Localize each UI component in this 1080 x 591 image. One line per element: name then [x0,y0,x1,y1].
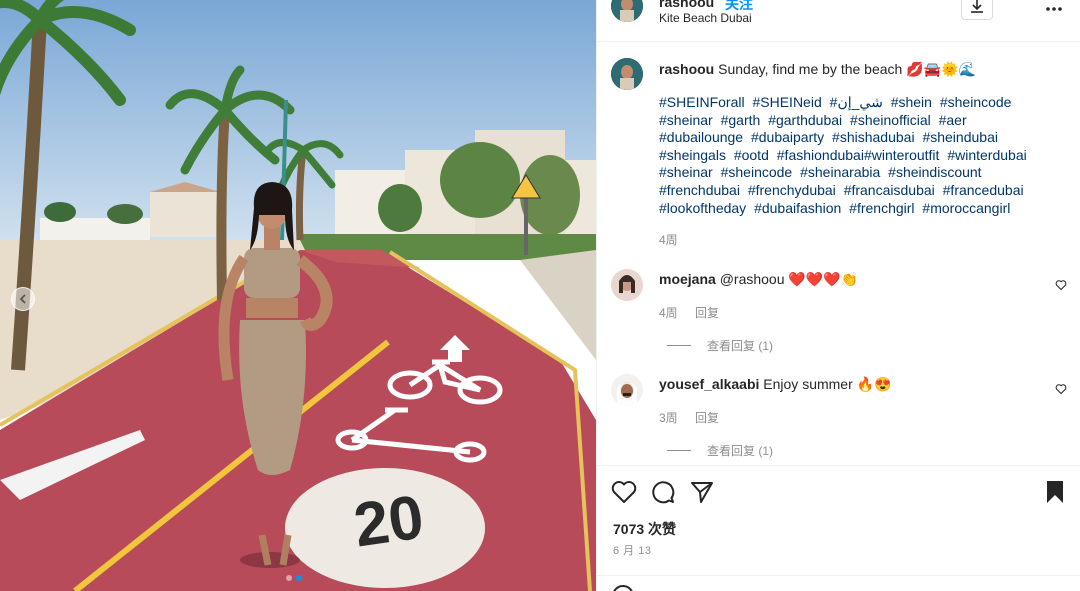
comment-time[interactable]: 3周 [659,411,678,425]
hashtag-link[interactable]: #dubailounge [659,129,743,145]
hashtag-link[interactable]: #SHEINeid [752,94,821,110]
hashtag-link[interactable]: #francedubai [943,182,1024,198]
share-icon[interactable] [690,480,714,504]
comment-reply-button[interactable]: 回复 [695,306,719,320]
hashtag-link[interactable]: #dubaifashion [754,200,841,216]
comment-reply-button[interactable]: 回复 [695,411,719,425]
caption-username[interactable]: rashoou [659,61,714,77]
replies-divider [667,450,691,451]
caption-avatar[interactable] [611,58,643,90]
post-header: rashoou 关注 Kite Beach Dubai [597,0,1080,42]
comment-text: Enjoy summer 🔥😍 [763,376,892,392]
view-replies-label: 查看回复 (1) [707,339,774,353]
chevron-left-icon [19,294,26,304]
hashtag-link[interactable]: #frenchydubai [748,182,836,198]
hashtag-link[interactable]: #dubaiparty [751,129,824,145]
speed-marking-text: 20 [350,483,428,561]
download-button[interactable] [961,0,993,20]
view-replies-button[interactable]: 查看回复 (1) [667,442,773,459]
bookmark-icon[interactable] [1045,480,1065,504]
hashtag-link[interactable]: #frenchgirl [849,200,914,216]
post-photo[interactable]: 20 [0,0,596,591]
hashtag-link[interactable]: #sheinar [659,112,713,128]
download-icon [971,0,983,13]
hashtag-link[interactable]: #SHEINForall [659,94,745,110]
carousel-prev-button[interactable] [11,287,35,311]
hashtag-link[interactable]: #شي_إن [830,94,883,110]
hashtag-link[interactable]: #shein [891,94,932,110]
hashtag-link[interactable]: #sheinar [659,164,713,180]
hashtag-link[interactable]: #fashiondubai#winteroutfit [777,147,940,163]
comment-icon[interactable] [651,480,675,504]
more-horizontal-icon[interactable] [1046,6,1062,12]
hashtag-link[interactable]: #shishadubai [832,129,915,145]
hashtag-link[interactable]: #sheingals [659,147,726,163]
view-replies-button[interactable]: 查看回复 (1) [667,337,773,354]
comment-like-icon[interactable] [1055,383,1067,395]
hashtag-link[interactable]: #sheinarabia [800,164,880,180]
hashtag-link[interactable]: #aer [939,112,967,128]
hashtag-list: #SHEINForall #SHEINeid #شي_إن #shein #sh… [659,94,1059,217]
hashtag-link[interactable]: #moroccangirl [922,200,1010,216]
hashtag-link[interactable]: #garthdubai [768,112,842,128]
post-location[interactable]: Kite Beach Dubai [659,11,752,25]
carousel-dot-active [296,575,302,581]
hashtag-link[interactable]: #sheindiscount [888,164,981,180]
likes-count[interactable]: 7073 次赞 [613,519,676,539]
comment-like-icon[interactable] [1055,279,1067,291]
post-date[interactable]: 6 月 13 [613,542,651,558]
post-details-panel: rashoou 关注 Kite Beach Dubai rashoou Sund… [596,0,1080,591]
hashtag-link[interactable]: #frenchdubai [659,182,740,198]
comment-username[interactable]: moejana [659,271,716,287]
comment-username[interactable]: yousef_alkaabi [659,376,759,392]
hashtag-link[interactable]: #sheinofficial [850,112,931,128]
author-username[interactable]: rashoou [659,0,714,10]
hashtag-link[interactable]: #ootd [734,147,769,163]
caption-time[interactable]: 4周 [659,231,678,248]
hashtag-link[interactable]: #francaisdubai [844,182,935,198]
view-replies-label: 查看回复 (1) [707,444,774,458]
comment-avatar[interactable] [611,269,643,301]
hashtag-link[interactable]: #lookoftheday [659,200,746,216]
carousel-dot [286,575,292,581]
hashtag-link[interactable]: #winterdubai [947,147,1026,163]
hashtag-link[interactable]: #sheincode [940,94,1012,110]
emoji-icon[interactable] [611,584,635,591]
action-bar [597,465,1080,517]
caption-text: Sunday, find me by the beach 💋🚘🌞🌊 [718,61,976,77]
comment-avatar[interactable] [611,374,643,406]
hashtag-link[interactable]: #sheindubai [922,129,998,145]
caption: rashoou Sunday, find me by the beach 💋🚘🌞… [659,60,1059,78]
hashtag-link[interactable]: #garth [721,112,761,128]
heart-icon[interactable] [611,480,637,504]
comment-time[interactable]: 4周 [659,306,678,320]
replies-divider [667,345,691,346]
author-avatar[interactable] [611,0,643,22]
carousel-dots [286,575,302,581]
add-comment-bar[interactable] [597,575,1080,591]
hashtag-link[interactable]: #sheincode [721,164,793,180]
comment-text: @rashoou ❤️❤️❤️👏 [719,271,859,287]
